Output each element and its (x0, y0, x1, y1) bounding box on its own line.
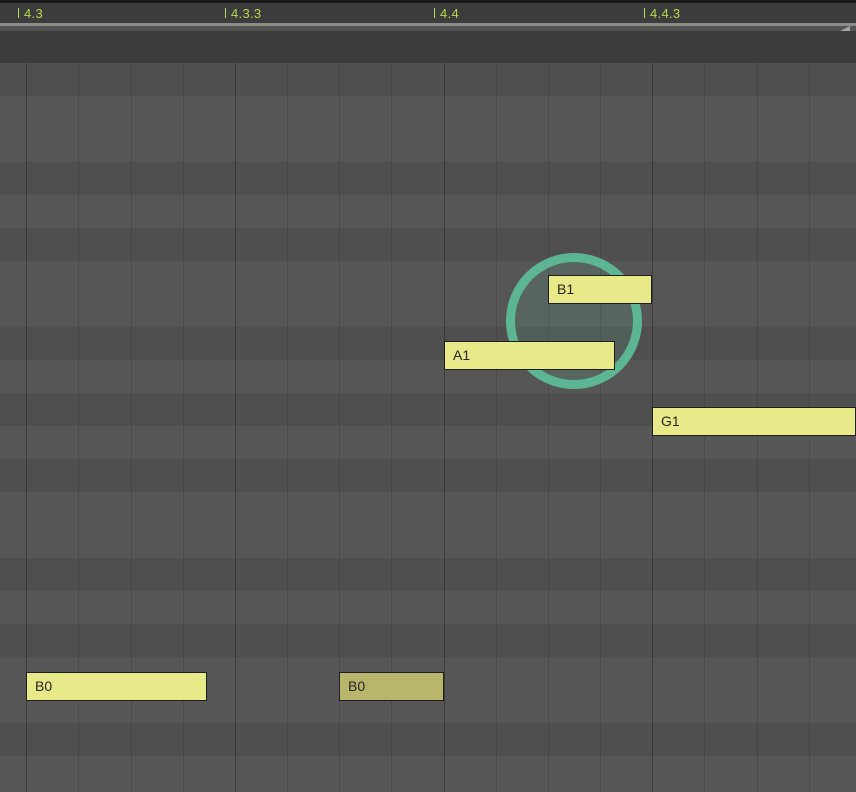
ruler-tick[interactable]: 4.3 (18, 3, 43, 23)
piano-row[interactable] (0, 162, 856, 195)
note-label: B0 (35, 678, 52, 694)
ruler-tick[interactable]: 4.4 (434, 3, 459, 23)
piano-row[interactable] (0, 492, 856, 525)
grid-line (444, 63, 445, 792)
ruler-label: 4.4 (440, 6, 459, 21)
midi-note[interactable]: B0 (339, 672, 444, 701)
piano-row[interactable] (0, 63, 856, 96)
note-label: A1 (453, 347, 470, 363)
piano-row[interactable] (0, 195, 856, 228)
note-label: B1 (557, 281, 574, 297)
midi-note[interactable]: B1 (548, 275, 652, 304)
note-label: B0 (348, 678, 365, 694)
grid-line (235, 63, 236, 792)
grid-line (496, 63, 497, 792)
clip-header-band (0, 31, 856, 64)
piano-row[interactable] (0, 459, 856, 492)
grid-line (548, 63, 549, 792)
piano-row[interactable] (0, 756, 856, 789)
midi-note[interactable]: A1 (444, 341, 615, 370)
piano-row[interactable] (0, 360, 856, 393)
midi-note[interactable]: B0 (26, 672, 207, 701)
piano-row[interactable] (0, 294, 856, 327)
piano-row[interactable] (0, 624, 856, 657)
piano-row[interactable] (0, 525, 856, 558)
piano-row[interactable] (0, 261, 856, 294)
ruler-tick[interactable]: 4.3.3 (225, 3, 261, 23)
midi-note[interactable]: G1 (652, 407, 856, 436)
piano-row[interactable] (0, 723, 856, 756)
ruler-tick[interactable]: 4.4.3 (644, 3, 680, 23)
piano-row[interactable] (0, 327, 856, 360)
piano-row[interactable] (0, 96, 856, 129)
grid-line (287, 63, 288, 792)
note-label: G1 (661, 413, 680, 429)
ruler-label: 4.3 (24, 6, 43, 21)
piano-row[interactable] (0, 558, 856, 591)
ruler-label: 4.4.3 (650, 6, 680, 21)
ruler-label: 4.3.3 (231, 6, 261, 21)
grid-line (600, 63, 601, 792)
piano-row[interactable] (0, 591, 856, 624)
timeline-ruler[interactable]: 4.3 4.3.3 4.4 4.4.3 (0, 3, 856, 24)
piano-row[interactable] (0, 228, 856, 261)
piano-row[interactable] (0, 129, 856, 162)
